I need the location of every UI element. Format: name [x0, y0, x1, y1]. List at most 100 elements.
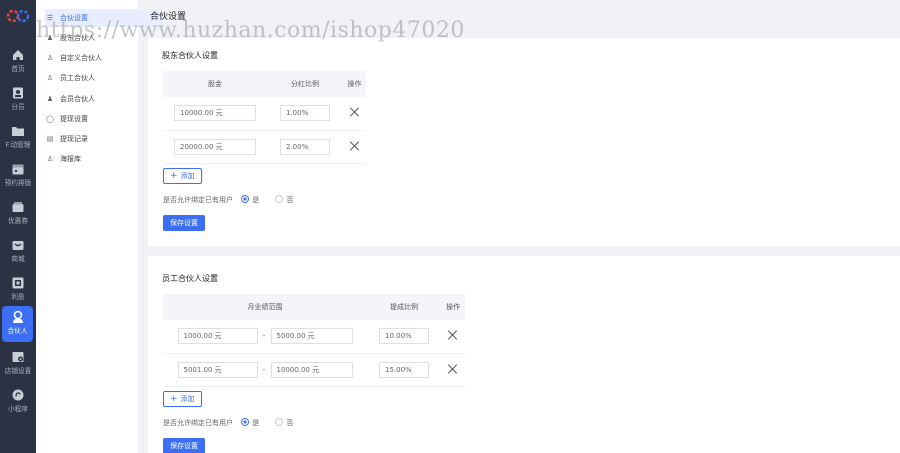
- stake-amount-input[interactable]: 10000.00 元: [174, 105, 256, 122]
- radio-no-label: 否: [286, 196, 294, 204]
- withdraw-icon: ◯: [46, 115, 54, 123]
- section-title: 股东合伙人设置: [162, 51, 218, 60]
- rail-label: 首页: [11, 65, 25, 73]
- vip-icon: ♟: [46, 95, 54, 103]
- rail-item-members[interactable]: 分员: [0, 82, 36, 118]
- table-header-row: 月业绩范围 提成比例 操作: [163, 294, 465, 320]
- column-header: 操作: [441, 294, 465, 320]
- bind-question-label: 是否允许绑定已有用户: [163, 196, 233, 204]
- partner-icon: [12, 310, 23, 323]
- range-from-input[interactable]: 1000.00 元: [177, 328, 258, 345]
- rail-label: 预约排版: [4, 179, 32, 187]
- radio-yes[interactable]: [241, 195, 250, 203]
- staff-icon: ♙: [46, 74, 54, 82]
- miniapp-icon: [12, 389, 24, 401]
- staff-settings-panel: 员工合伙人设置 月业绩范围 提成比例 操作 1000.00 元 - 5000.0…: [148, 256, 900, 453]
- submenu-label: 员工合伙人: [60, 74, 95, 82]
- app-root: 首页 分员 F.动管理 预约排版 优惠券 商城 利盈 合伙人 店铺设置 小程序 …: [0, 0, 900, 453]
- rail-item-mall[interactable]: 商城: [0, 234, 36, 270]
- rail-item-miniapp[interactable]: 小程序: [0, 384, 36, 420]
- submenu-label: 提现设置: [60, 115, 88, 123]
- bind-existing-user-option: 是否允许绑定已有用户 是 否: [163, 418, 293, 428]
- record-icon: ▤: [46, 135, 54, 143]
- range-from-input[interactable]: 5001.00 元: [177, 361, 258, 378]
- submenu-label: 会员合伙人: [60, 95, 95, 103]
- table-row: 5001.00 元 - 10000.00 元 15.00%: [163, 353, 465, 387]
- rail-label: 分员: [11, 103, 25, 111]
- shareholder-table: 股金 分红比例 操作 10000.00 元 1.00% 20000.00 元 2…: [163, 71, 366, 164]
- radio-yes-label: 是: [252, 419, 260, 427]
- coupon-icon: [12, 202, 24, 212]
- rail-item-coupon[interactable]: 优惠券: [0, 196, 36, 232]
- shareholder-settings-panel: 股东合伙人设置 股金 分红比例 操作 10000.00 元 1.00% 2000…: [148, 38, 900, 246]
- range-separator: -: [262, 332, 266, 341]
- bind-existing-user-option: 是否允许绑定已有用户 是 否: [163, 195, 293, 205]
- range-separator: -: [262, 365, 266, 374]
- rail-label: 合伙人: [7, 327, 28, 335]
- rail-label: 商城: [11, 255, 25, 263]
- rail-label: 店铺设置: [4, 367, 32, 375]
- poster-icon: ♙: [46, 155, 54, 163]
- submenu-label: 自定义合伙人: [60, 54, 102, 62]
- chart-icon: [12, 277, 24, 289]
- add-staff-range-button[interactable]: + 添加: [163, 391, 202, 407]
- top-bar: 合伙设置: [138, 0, 900, 32]
- table-row: 10000.00 元 1.00%: [163, 97, 366, 131]
- delete-row-icon[interactable]: [448, 364, 458, 374]
- settings-list-icon: ☰: [46, 14, 54, 22]
- rail-item-activity[interactable]: F.动管理: [0, 120, 36, 156]
- radio-yes-label: 是: [252, 196, 260, 204]
- page-title: 合伙设置: [150, 12, 187, 22]
- table-header-row: 股金 分红比例 操作: [163, 71, 366, 97]
- rail-item-booking[interactable]: 预约排版: [0, 158, 36, 194]
- add-label: 添加: [180, 395, 195, 403]
- staff-table: 月业绩范围 提成比例 操作 1000.00 元 - 5000.00 元 10.0…: [163, 294, 465, 387]
- store-settings-icon: [12, 352, 24, 362]
- table-row: 20000.00 元 2.00%: [163, 130, 366, 164]
- column-header: 提成比例: [367, 294, 441, 320]
- plus-icon: +: [170, 171, 178, 181]
- dividend-ratio-input[interactable]: 2.00%: [280, 138, 330, 155]
- main-content: 合伙设置 股东合伙人设置 股金 分红比例 操作 10000.00 元 1.00%: [138, 0, 900, 453]
- column-header: 股金: [163, 71, 267, 97]
- radio-no[interactable]: [275, 195, 284, 203]
- rail-item-partner[interactable]: 合伙人: [2, 306, 33, 342]
- radio-no-label: 否: [286, 419, 294, 427]
- rail-item-store-settings[interactable]: 店铺设置: [0, 346, 36, 382]
- section-title: 员工合伙人设置: [162, 274, 218, 283]
- rail-item-profit[interactable]: 利盈: [0, 272, 36, 308]
- delete-row-icon[interactable]: [350, 141, 360, 151]
- submenu-label: 合伙设置: [60, 14, 88, 22]
- dividend-ratio-input[interactable]: 1.00%: [280, 105, 330, 122]
- rail-item-home[interactable]: 首页: [0, 44, 36, 80]
- add-label: 添加: [180, 172, 195, 180]
- icon-rail: 首页 分员 F.动管理 预约排版 优惠券 商城 利盈 合伙人 店铺设置 小程序: [0, 0, 36, 453]
- logo-icon: [6, 9, 30, 23]
- commission-ratio-input[interactable]: 10.00%: [379, 328, 429, 345]
- delete-row-icon[interactable]: [448, 330, 458, 340]
- column-header: 操作: [343, 71, 366, 97]
- rail-label: 小程序: [8, 405, 28, 413]
- column-header: 月业绩范围: [163, 294, 367, 320]
- stake-amount-input[interactable]: 20000.00 元: [174, 138, 256, 155]
- plus-icon: +: [170, 394, 178, 404]
- submenu-label: 海报库: [60, 155, 81, 163]
- save-shareholder-settings-button[interactable]: 保存设置: [163, 215, 205, 231]
- rail-label: 优惠券: [8, 217, 28, 225]
- submenu-label: 股东合伙人: [60, 34, 95, 42]
- rail-label: 利盈: [11, 293, 25, 301]
- shareholder-icon: ♟: [46, 34, 54, 42]
- bind-question-label: 是否允许绑定已有用户: [163, 419, 233, 427]
- home-icon: [13, 50, 23, 60]
- table-row: 1000.00 元 - 5000.00 元 10.00%: [163, 320, 465, 354]
- rail-label: F.动管理: [5, 141, 31, 149]
- range-to-input[interactable]: 10000.00 元: [270, 361, 353, 378]
- radio-no[interactable]: [275, 418, 284, 426]
- range-to-input[interactable]: 5000.00 元: [270, 328, 353, 345]
- add-shareholder-button[interactable]: + 添加: [163, 168, 202, 184]
- commission-ratio-input[interactable]: 15.00%: [379, 361, 429, 378]
- radio-yes[interactable]: [241, 418, 250, 426]
- column-header: 分红比例: [267, 71, 343, 97]
- delete-row-icon[interactable]: [350, 107, 360, 117]
- save-staff-settings-button[interactable]: 保存设置: [163, 438, 205, 453]
